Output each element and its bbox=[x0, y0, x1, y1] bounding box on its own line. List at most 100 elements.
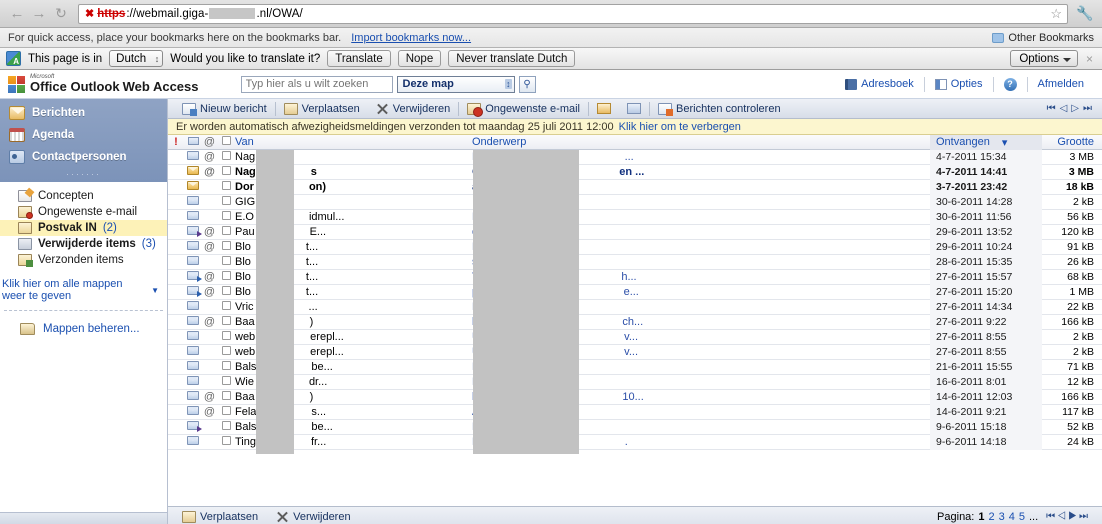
table-row[interactable]: @Baa )bestel 10...14-6-2011 12:03166 kB bbox=[168, 389, 1102, 405]
row-envelope[interactable] bbox=[184, 151, 202, 163]
row-envelope[interactable] bbox=[184, 421, 202, 433]
row-checkbox[interactable] bbox=[217, 271, 235, 283]
row-checkbox[interactable] bbox=[217, 166, 235, 178]
table-row[interactable]: web erepl...Uw aa v...27-6-2011 8:552 kB bbox=[168, 329, 1102, 345]
show-all-folders-link[interactable]: Klik hier om alle mappen weer te geven ▼ bbox=[0, 268, 167, 306]
row-checkbox[interactable] bbox=[217, 331, 235, 343]
row-checkbox[interactable] bbox=[217, 256, 235, 268]
table-row[interactable]: @NagFW: O ...4-7-2011 15:343 MB bbox=[168, 150, 1102, 165]
row-envelope[interactable] bbox=[184, 331, 202, 343]
folder-concepten[interactable]: Concepten bbox=[0, 188, 167, 204]
other-bookmarks-button[interactable]: Other Bookmarks bbox=[992, 32, 1094, 44]
page-4[interactable]: 4 bbox=[1009, 511, 1015, 523]
table-row[interactable]: E.O idmul...Regist30-6-2011 11:5656 kB bbox=[168, 209, 1102, 225]
row-checkbox[interactable] bbox=[217, 196, 235, 208]
folder-verwijderde-items[interactable]: Verwijderde items (3) bbox=[0, 236, 167, 252]
folder-postvak-in[interactable]: Postvak IN (2) bbox=[0, 220, 167, 236]
wrench-menu-icon[interactable]: 🔧 bbox=[1074, 5, 1096, 22]
column-envelope[interactable] bbox=[184, 136, 202, 148]
row-checkbox[interactable] bbox=[217, 391, 235, 403]
manage-folders-link[interactable]: Mappen beheren... bbox=[0, 311, 167, 335]
table-row[interactable]: Bals be...RE: El21-6-2011 15:5571 kB bbox=[168, 359, 1102, 375]
pager-arrows[interactable]: ⏮◁▶⏭ bbox=[1046, 511, 1090, 522]
page-2[interactable]: 2 bbox=[988, 511, 994, 523]
row-envelope[interactable] bbox=[184, 391, 202, 403]
nope-button[interactable]: Nope bbox=[397, 50, 442, 67]
import-bookmarks-link[interactable]: Import bookmarks now... bbox=[351, 32, 471, 44]
table-row[interactable]: Bals be...RE: El9-6-2011 15:1852 kB bbox=[168, 419, 1102, 435]
row-checkbox[interactable] bbox=[217, 361, 235, 373]
row-envelope[interactable] bbox=[184, 406, 202, 418]
footer-move-button[interactable]: Verplaatsen bbox=[174, 508, 266, 524]
table-row[interactable]: Dor on)afwe3-7-2011 23:4218 kB bbox=[168, 179, 1102, 195]
row-envelope[interactable] bbox=[184, 181, 202, 193]
folder-ongewenste-email[interactable]: Ongewenste e-mail bbox=[0, 204, 167, 220]
nav-module-berichten[interactable]: Berichten bbox=[0, 102, 167, 124]
row-checkbox[interactable] bbox=[217, 181, 235, 193]
table-row[interactable]: GIGInlogg30-6-2011 14:282 kB bbox=[168, 194, 1102, 210]
junk-mail-button[interactable]: Ongewenste e-mail bbox=[459, 100, 588, 118]
row-envelope[interactable] bbox=[184, 256, 202, 268]
row-checkbox[interactable] bbox=[217, 346, 235, 358]
row-envelope[interactable] bbox=[184, 316, 202, 328]
next-page-icon[interactable]: ▷ bbox=[1071, 103, 1079, 114]
row-envelope[interactable] bbox=[184, 271, 202, 283]
translate-language-select[interactable]: Dutch bbox=[109, 50, 164, 67]
row-checkbox[interactable] bbox=[217, 376, 235, 388]
table-row[interactable]: Vric ...RE: N27-6-2011 14:3422 kB bbox=[168, 299, 1102, 315]
table-row[interactable]: @Blo t...FW: O29-6-2011 10:2491 kB bbox=[168, 239, 1102, 255]
close-icon[interactable]: × bbox=[1086, 52, 1096, 66]
notice-hide-link[interactable]: Klik hier om te verbergen bbox=[619, 121, 741, 133]
row-envelope[interactable] bbox=[184, 226, 202, 238]
row-checkbox[interactable] bbox=[217, 241, 235, 253]
row-checkbox[interactable] bbox=[217, 211, 235, 223]
options-link[interactable]: Opties bbox=[925, 78, 993, 90]
row-checkbox[interactable] bbox=[217, 151, 235, 163]
nav-module-agenda[interactable]: Agenda bbox=[0, 124, 167, 146]
bookmark-star-icon[interactable]: ☆ bbox=[1050, 6, 1062, 22]
help-link[interactable]: ? bbox=[994, 77, 1027, 91]
column-subject[interactable]: Onderwerp bbox=[472, 136, 930, 148]
page-3[interactable]: 3 bbox=[999, 511, 1005, 523]
signout-link[interactable]: Afmelden bbox=[1028, 78, 1094, 90]
column-from[interactable]: Van bbox=[235, 136, 472, 148]
prev-page-icon[interactable]: ◁ bbox=[1057, 511, 1068, 522]
row-envelope[interactable] bbox=[184, 196, 202, 208]
column-attachment[interactable]: @ bbox=[202, 136, 217, 148]
row-envelope[interactable] bbox=[184, 286, 202, 298]
reload-icon[interactable]: ↻ bbox=[50, 4, 72, 24]
page-5[interactable]: 5 bbox=[1019, 511, 1025, 523]
forward-arrow-icon[interactable]: → bbox=[28, 4, 50, 24]
row-checkbox[interactable] bbox=[217, 226, 235, 238]
folder-verzonden-items[interactable]: Verzonden items bbox=[0, 252, 167, 268]
table-row[interactable]: Blo t...sleute28-6-2011 15:3526 kB bbox=[168, 254, 1102, 270]
table-row[interactable]: @Blo t...Trend h...27-6-2011 15:5768 kB bbox=[168, 269, 1102, 285]
column-size[interactable]: Grootte bbox=[1042, 136, 1102, 148]
mark-read-button[interactable] bbox=[589, 100, 619, 118]
move-button[interactable]: Verplaatsen bbox=[276, 100, 368, 118]
row-envelope[interactable] bbox=[184, 361, 202, 373]
last-page-icon[interactable]: ⏭ bbox=[1083, 103, 1092, 114]
row-envelope[interactable] bbox=[184, 376, 202, 388]
table-row[interactable]: @Pau E...overzi29-6-2011 13:52120 kB bbox=[168, 224, 1102, 240]
resize-grip[interactable]: ······· bbox=[0, 168, 167, 182]
prev-page-icon[interactable]: ◁ bbox=[1060, 103, 1068, 114]
row-envelope[interactable] bbox=[184, 211, 202, 223]
message-rows[interactable]: @NagFW: O ...4-7-2011 15:343 MB@Nag sOff… bbox=[168, 150, 1102, 506]
search-scope-select[interactable]: Deze map bbox=[396, 75, 515, 93]
table-row[interactable]: @Blo t...proble e...27-6-2011 15:201 MB bbox=[168, 284, 1102, 300]
check-messages-button[interactable]: Berichten controleren bbox=[650, 100, 789, 118]
column-flag[interactable]: ! bbox=[168, 136, 184, 148]
translate-options-button[interactable]: Options bbox=[1010, 50, 1078, 67]
row-checkbox[interactable] bbox=[217, 316, 235, 328]
never-translate-button[interactable]: Never translate Dutch bbox=[448, 50, 576, 67]
back-arrow-icon[interactable]: ← bbox=[6, 4, 28, 24]
new-message-button[interactable]: Nieuw bericht bbox=[174, 100, 275, 118]
next-page-icon[interactable]: ▶ bbox=[1068, 511, 1079, 522]
row-envelope[interactable] bbox=[184, 241, 202, 253]
mark-unread-button[interactable] bbox=[619, 100, 649, 118]
table-row[interactable]: @Fela s...Afspra14-6-2011 9:21117 kB bbox=[168, 404, 1102, 420]
row-checkbox[interactable] bbox=[217, 421, 235, 433]
search-icon[interactable]: ⚲ bbox=[518, 75, 536, 93]
delete-button[interactable]: Verwijderen bbox=[368, 100, 458, 118]
